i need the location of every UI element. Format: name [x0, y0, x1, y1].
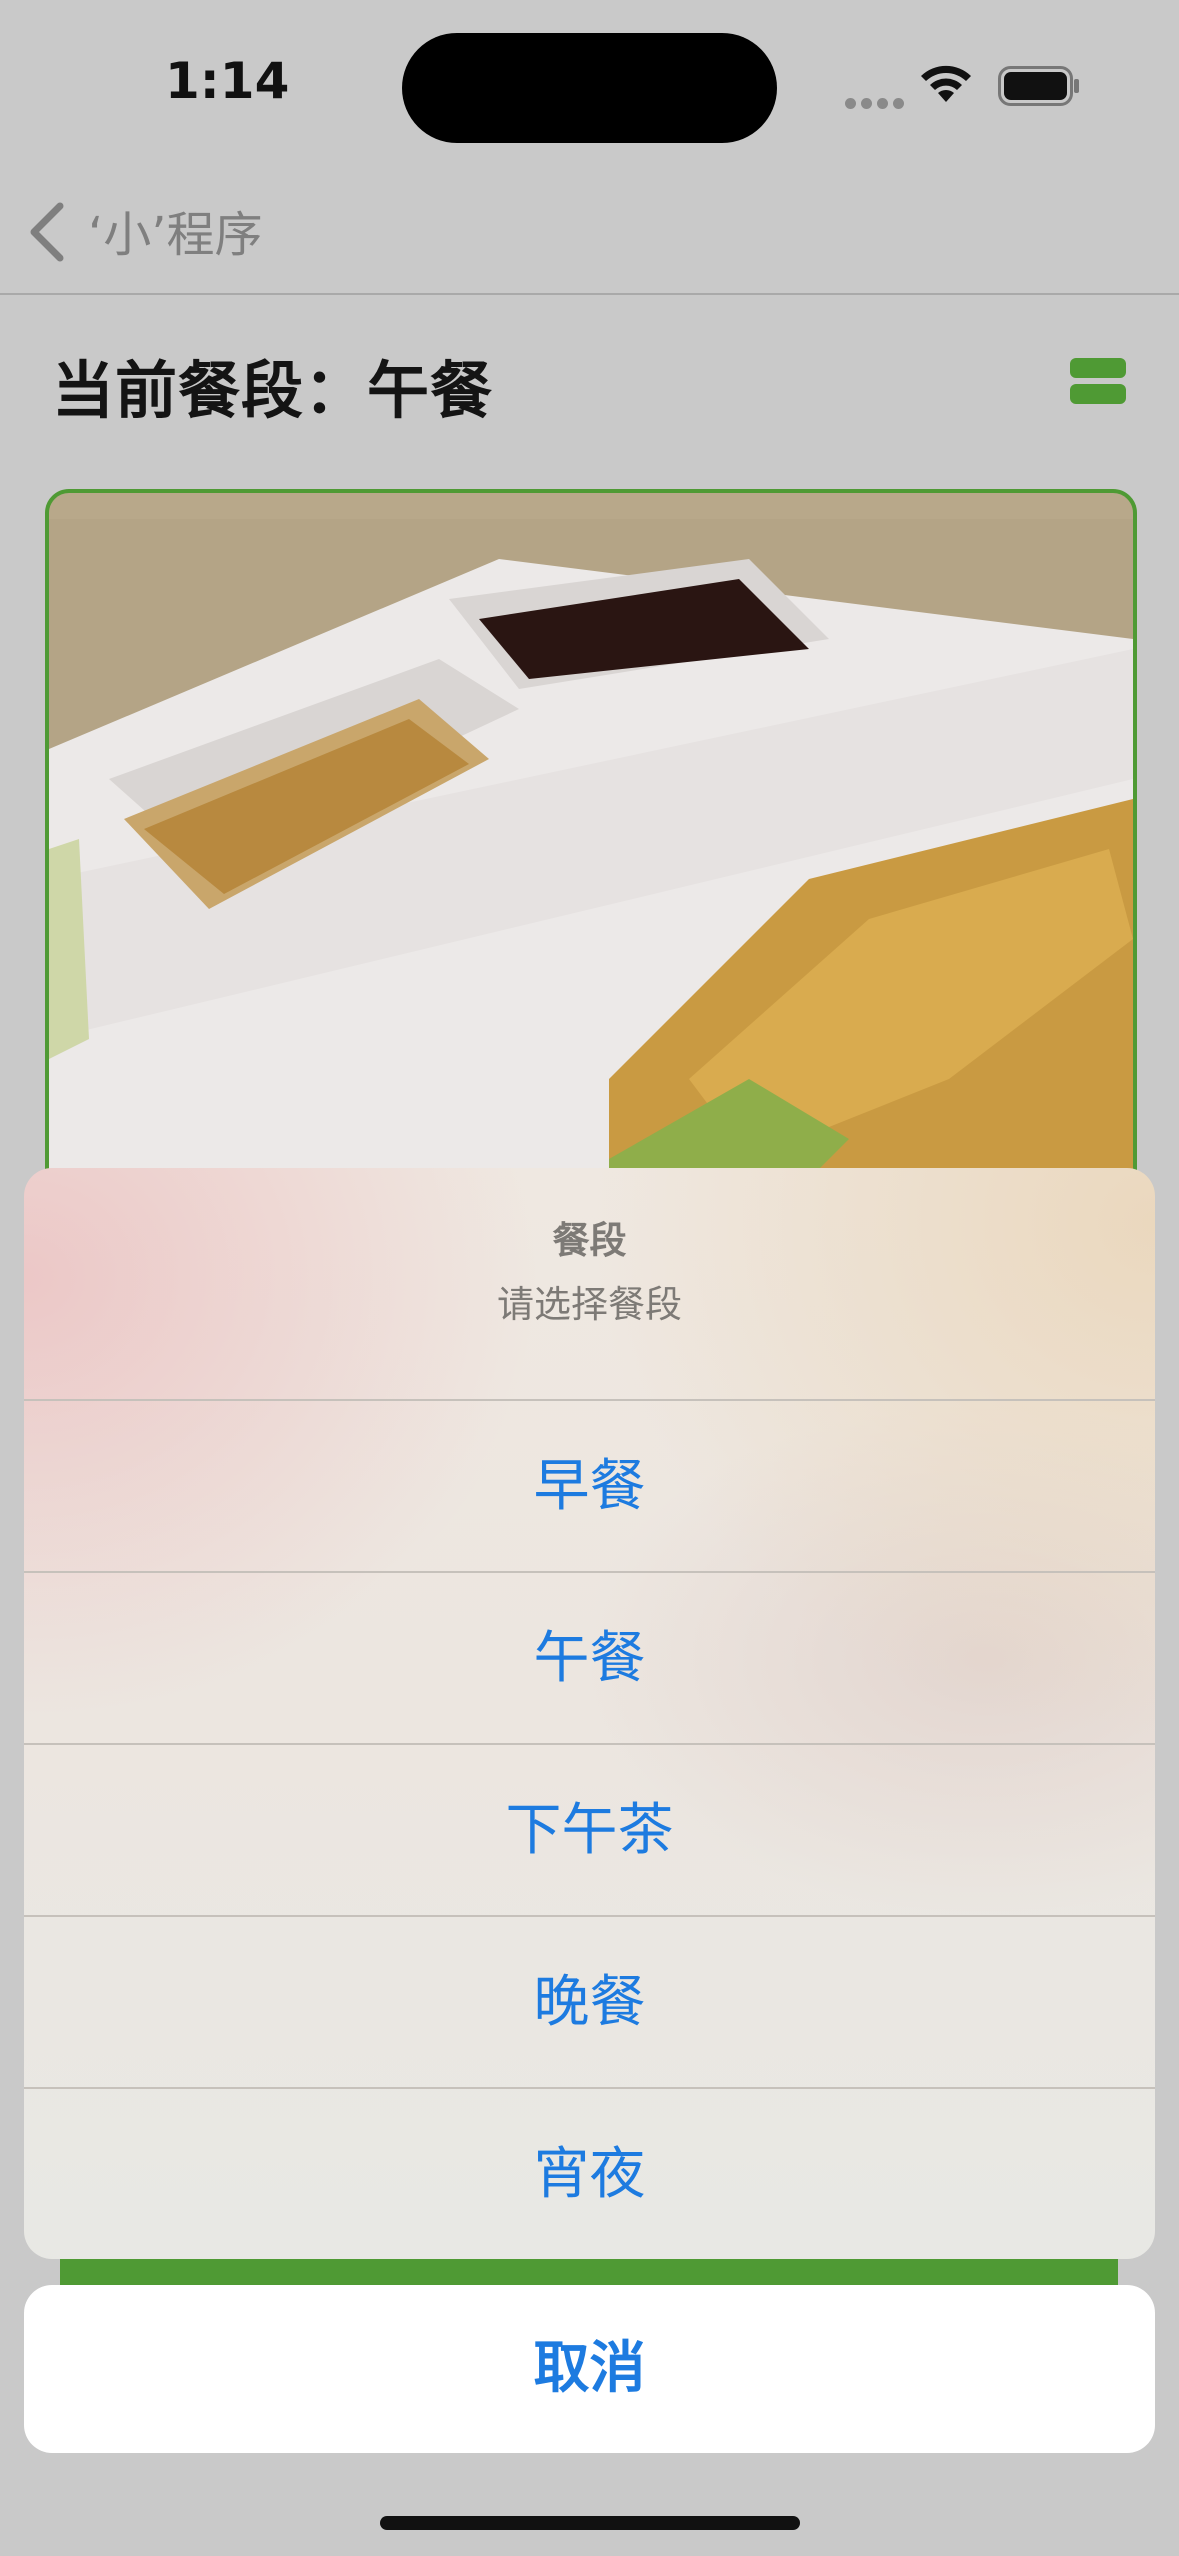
back-button-title[interactable]: ‘小’程序	[88, 195, 263, 265]
option-breakfast[interactable]: 早餐	[24, 1399, 1155, 1572]
wifi-icon	[921, 65, 971, 102]
food-card[interactable]	[45, 489, 1137, 1217]
food-image	[49, 519, 1133, 1213]
status-time: 1:14	[165, 52, 290, 110]
current-meal-title: 当前餐段：午餐	[52, 354, 494, 427]
action-sheet: 餐段 请选择餐段 早餐 午餐 下午茶 晚餐 宵夜	[24, 1168, 1155, 2259]
battery-icon	[998, 66, 1079, 106]
option-afternoon-tea[interactable]: 下午茶	[24, 1743, 1155, 1916]
option-dinner[interactable]: 晚餐	[24, 1915, 1155, 2088]
nav-bar: ‘小’程序	[0, 170, 1179, 295]
list-toggle-icon[interactable]	[1070, 358, 1126, 404]
action-sheet-subtitle: 请选择餐段	[497, 1283, 682, 1326]
cancel-button[interactable]: 取消	[24, 2285, 1155, 2453]
option-late-night[interactable]: 宵夜	[24, 2087, 1155, 2259]
back-chevron-icon[interactable]	[26, 200, 66, 264]
cellular-signal-icon	[845, 94, 909, 113]
action-sheet-title: 餐段	[552, 1219, 627, 1262]
dynamic-island	[402, 33, 777, 143]
action-sheet-header: 餐段 请选择餐段	[24, 1168, 1155, 1399]
home-indicator[interactable]	[380, 2516, 800, 2530]
status-bar: 1:14	[0, 0, 1179, 170]
option-lunch[interactable]: 午餐	[24, 1571, 1155, 1744]
